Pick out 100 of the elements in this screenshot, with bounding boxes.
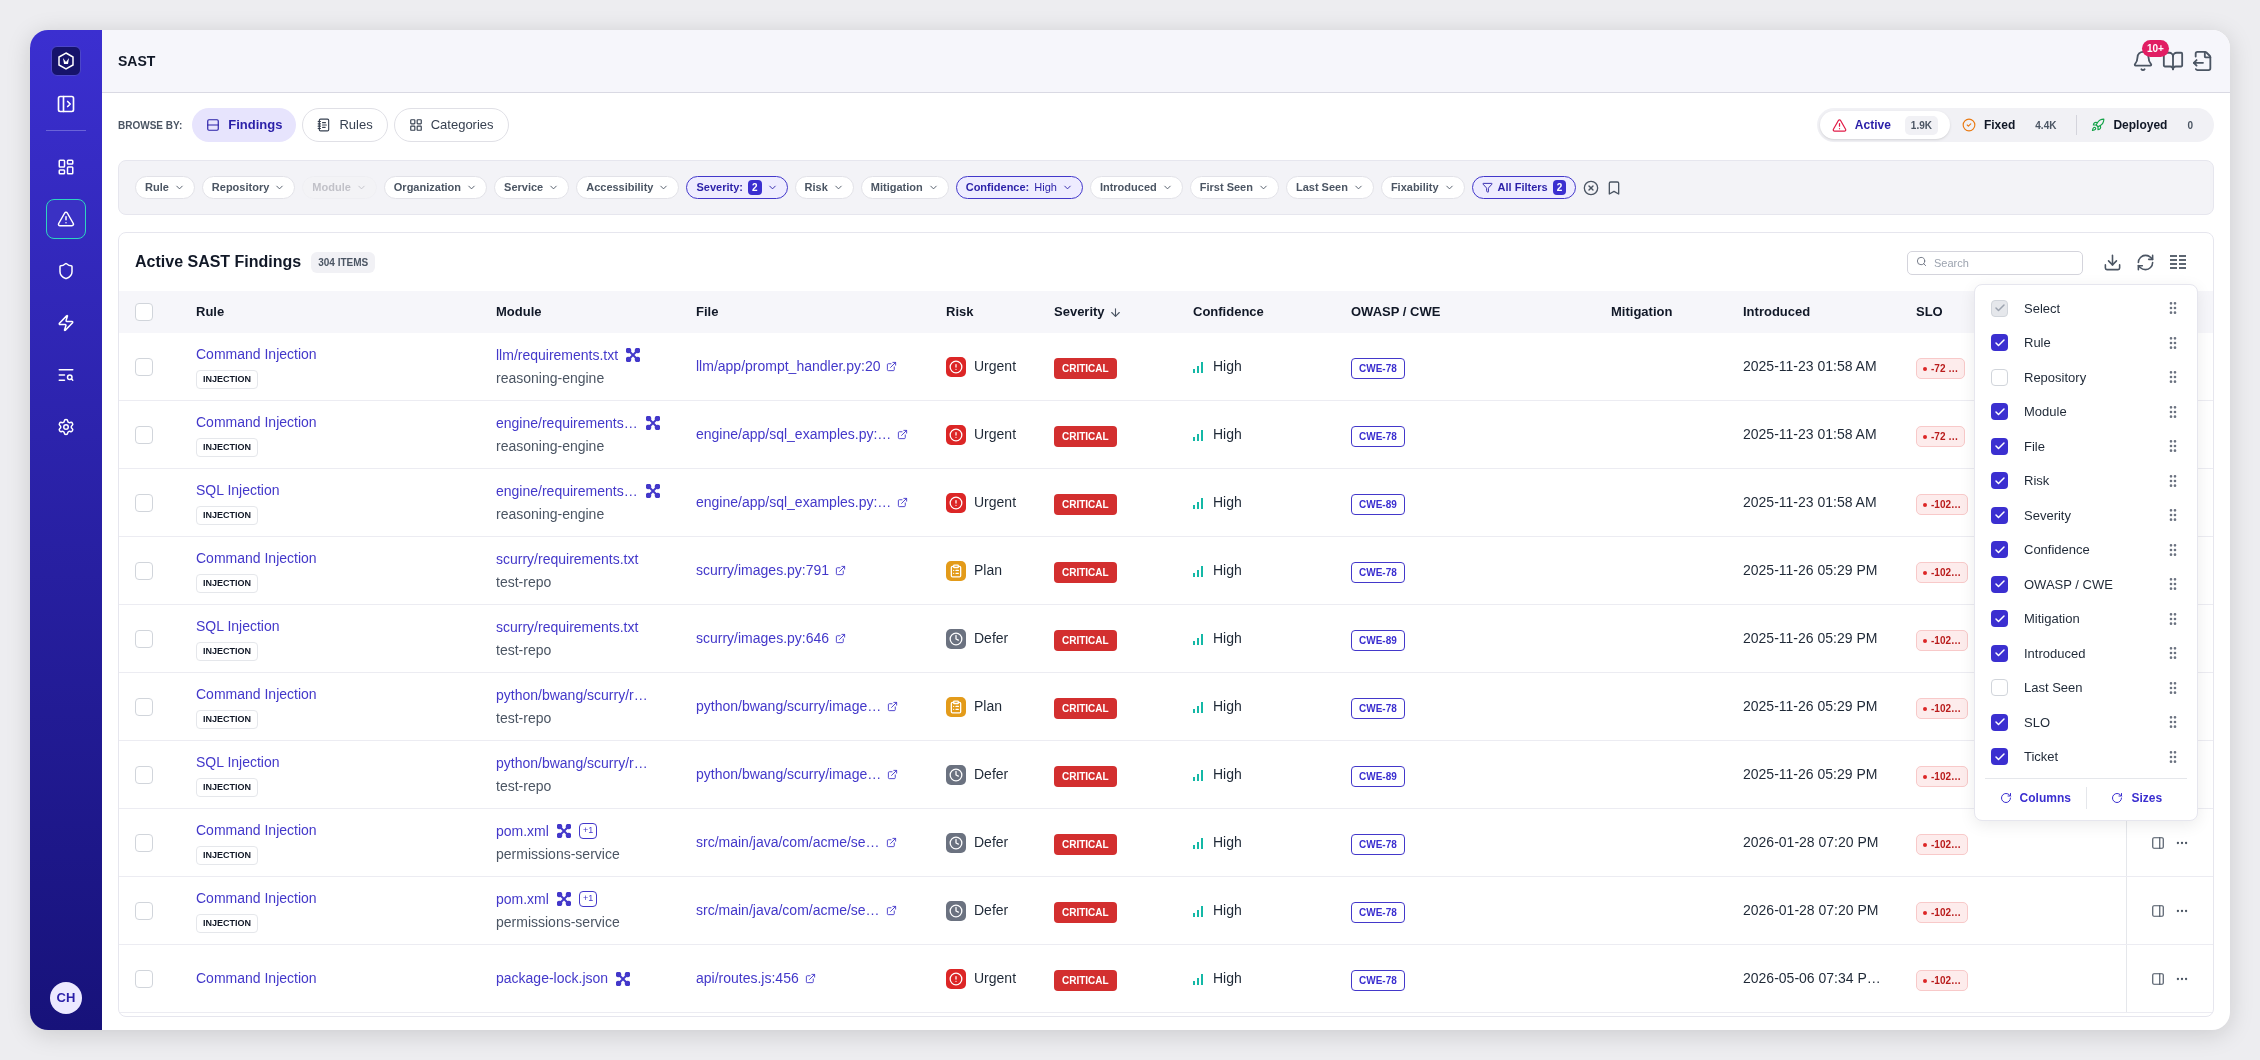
column-header[interactable]: File [696, 302, 719, 322]
rule-link[interactable]: Command Injection [196, 887, 317, 909]
filter-chip[interactable]: Risk [794, 176, 854, 199]
row-checkbox[interactable] [135, 833, 153, 852]
cwe-tag[interactable]: CWE-78 [1351, 357, 1405, 379]
file-link[interactable]: scurry/images.py:646 [696, 628, 830, 649]
filter-chip[interactable]: Introduced [1089, 176, 1183, 199]
search-field[interactable]: Search [1907, 251, 2083, 275]
file-export-icon[interactable] [2192, 50, 2214, 72]
column-checkbox[interactable] [1991, 610, 2008, 628]
filter-chip[interactable]: Repository [201, 176, 296, 199]
reset-columns-button[interactable]: Columns [1985, 788, 2086, 807]
notification-bell-icon[interactable] [2132, 50, 2154, 72]
download-icon[interactable] [2103, 252, 2122, 272]
panel-icon[interactable] [2151, 971, 2165, 986]
column-header[interactable]: SLO [1916, 302, 1943, 322]
column-checkbox[interactable] [1991, 472, 2008, 490]
column-header[interactable]: Confidence [1193, 302, 1264, 322]
filter-chip[interactable]: Fixability [1380, 176, 1465, 199]
book-icon[interactable] [2162, 50, 2184, 72]
column-checkbox[interactable] [1991, 437, 2008, 455]
cwe-tag[interactable]: CWE-78 [1351, 425, 1405, 447]
row-checkbox[interactable] [135, 425, 153, 444]
cwe-tag[interactable]: CWE-78 [1351, 697, 1405, 719]
columns-icon[interactable] [2169, 254, 2187, 270]
status-tab[interactable]: Active 1.9K [1819, 111, 1950, 139]
cwe-tag[interactable]: CWE-78 [1351, 901, 1405, 923]
row-checkbox[interactable] [135, 629, 153, 648]
refresh-icon[interactable] [2136, 252, 2155, 272]
module-link[interactable]: package-lock.json [496, 968, 609, 989]
rule-link[interactable]: Command Injection [196, 683, 317, 705]
column-checkbox[interactable] [1991, 334, 2008, 352]
module-link[interactable]: pom.xml [496, 888, 549, 910]
file-link[interactable]: api/routes.js:456 [696, 968, 799, 989]
column-checkbox[interactable] [1991, 575, 2008, 593]
rule-link[interactable]: Command Injection [196, 968, 317, 989]
file-link[interactable]: engine/app/sql_examples.py:… [696, 492, 892, 513]
module-link[interactable]: python/bwang/scurry/r… [496, 684, 648, 706]
logo-icon[interactable] [51, 46, 81, 76]
module-link[interactable]: llm/requirements.txt [496, 344, 619, 366]
cwe-tag[interactable]: CWE-89 [1351, 765, 1405, 787]
column-checkbox[interactable] [1991, 748, 2008, 766]
column-checkbox[interactable] [1991, 403, 2008, 421]
file-link[interactable]: src/main/java/com/acme/se… [696, 900, 880, 921]
module-link[interactable]: python/bwang/scurry/r… [496, 752, 648, 774]
column-header[interactable]: Severity [1054, 302, 1122, 322]
file-link[interactable]: python/bwang/scurry/image… [696, 764, 882, 785]
panel-icon[interactable] [2151, 903, 2165, 918]
cwe-tag[interactable]: CWE-78 [1351, 969, 1405, 991]
column-header[interactable]: Module [496, 302, 542, 322]
filter-chip[interactable]: Accessibility [576, 176, 680, 199]
file-link[interactable]: python/bwang/scurry/image… [696, 696, 882, 717]
filter-chip[interactable]: Severity: 2 [686, 176, 788, 199]
rule-link[interactable]: SQL Injection [196, 479, 280, 501]
rule-link[interactable]: SQL Injection [196, 751, 280, 773]
module-link[interactable]: engine/requirements… [496, 480, 638, 502]
row-checkbox[interactable] [135, 969, 153, 988]
all-filters-button[interactable]: All Filters 2 [1471, 176, 1577, 199]
row-checkbox[interactable] [135, 765, 153, 784]
column-checkbox[interactable] [1991, 713, 2008, 731]
filter-chip[interactable]: Confidence: High [955, 176, 1083, 199]
module-link[interactable]: engine/requirements… [496, 412, 638, 434]
column-header[interactable]: Risk [946, 302, 974, 322]
cwe-tag[interactable]: CWE-89 [1351, 629, 1405, 651]
column-header[interactable]: Mitigation [1611, 302, 1673, 322]
panel-icon[interactable] [2151, 835, 2165, 850]
reset-sizes-button[interactable]: Sizes [2086, 788, 2187, 807]
filter-chip[interactable]: Mitigation [860, 176, 949, 199]
filter-chip[interactable]: Rule [135, 176, 195, 199]
rule-link[interactable]: Command Injection [196, 411, 317, 433]
expand-sidebar-icon[interactable] [56, 94, 76, 114]
select-all-checkbox[interactable] [135, 303, 153, 321]
cwe-tag[interactable]: CWE-78 [1351, 561, 1405, 583]
filter-chip[interactable]: Last Seen [1285, 176, 1374, 199]
file-link[interactable]: scurry/images.py:791 [696, 560, 830, 581]
column-header[interactable]: Introduced [1743, 302, 1811, 322]
column-checkbox[interactable] [1991, 644, 2008, 662]
user-avatar[interactable]: CH [50, 982, 82, 1014]
clear-filters-icon[interactable] [1583, 179, 1600, 196]
rule-link[interactable]: Command Injection [196, 343, 317, 365]
file-link[interactable]: engine/app/sql_examples.py:… [696, 424, 892, 445]
table-row[interactable]: Command Injection INJECTION pom.xml +1 permissions-service src/main/java/com/acme/se… Defer CRITICAL High CWE-78 2026-01-28 07:20 PM -102… [119, 877, 2213, 945]
row-checkbox[interactable] [135, 901, 153, 920]
column-header[interactable]: OWASP / CWE [1351, 302, 1441, 322]
filter-chip[interactable]: Service [494, 176, 570, 199]
browse-tab[interactable]: Findings [192, 108, 297, 142]
row-checkbox[interactable] [135, 697, 153, 716]
module-link[interactable]: pom.xml [496, 820, 549, 842]
filter-chip[interactable]: First Seen [1189, 176, 1279, 199]
rule-link[interactable]: Command Injection [196, 547, 317, 569]
row-checkbox[interactable] [135, 357, 153, 376]
column-checkbox[interactable] [1991, 541, 2008, 559]
column-checkbox[interactable] [1991, 368, 2008, 386]
filter-chip[interactable]: Organization [383, 176, 488, 199]
file-link[interactable]: src/main/java/com/acme/se… [696, 832, 880, 853]
column-header[interactable]: Rule [196, 302, 225, 322]
module-link[interactable]: scurry/requirements.txt [496, 548, 639, 570]
status-tab[interactable]: Fixed 4.4K [1949, 111, 2075, 139]
status-tab[interactable]: Deployed 0 [2079, 111, 2211, 139]
file-link[interactable]: llm/app/prompt_handler.py:20 [696, 356, 881, 377]
